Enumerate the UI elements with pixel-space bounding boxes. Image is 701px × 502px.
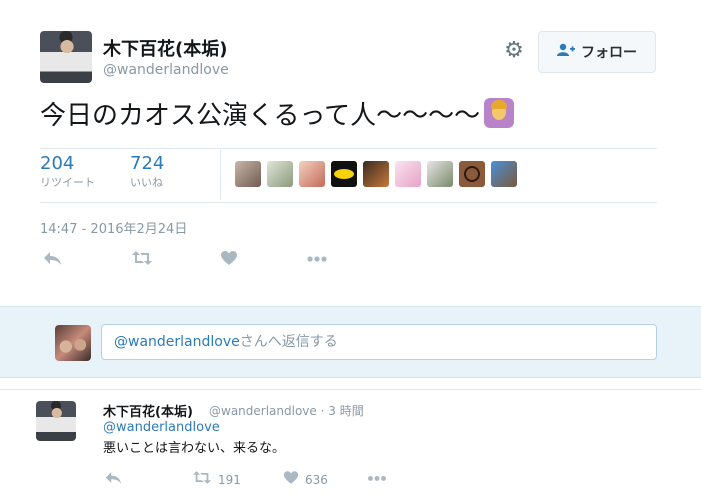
add-user-icon [557, 43, 575, 61]
reply-input[interactable]: @wanderlandloveさんへ返信する [101, 324, 657, 360]
tweet-text: 今日のカオス公演くるって人〜〜〜〜 [40, 96, 515, 136]
more-icon[interactable] [306, 250, 328, 271]
retweet-label: リツイート [40, 176, 95, 189]
reply-icon[interactable] [42, 250, 62, 271]
author-name[interactable]: 木下百花(本垢) [103, 35, 227, 61]
liker-avatar[interactable] [267, 161, 293, 187]
retweet-stat[interactable]: 204 リツイート [40, 153, 95, 190]
reply-placeholder: さんへ返信する [239, 334, 338, 350]
current-user-avatar [55, 325, 91, 361]
timestamp[interactable]: 14:47 - 2016年2月24日 [40, 218, 187, 237]
liker-avatar[interactable] [299, 161, 325, 187]
liker-avatar[interactable] [427, 161, 453, 187]
divider [40, 202, 657, 203]
reply-retweet-count: 191 [218, 472, 241, 487]
retweet-count: 204 [40, 153, 75, 174]
heart-icon [283, 470, 299, 489]
reply-author-name[interactable]: 木下百花(本垢) [103, 401, 193, 420]
gear-icon[interactable]: ⚙ [502, 39, 526, 63]
reply-author-handle[interactable]: @wanderlandlove [209, 404, 317, 418]
author-handle[interactable]: @wanderlandlove [103, 62, 229, 78]
reply-icon[interactable] [104, 470, 122, 489]
reply-like-action[interactable]: 636 [283, 470, 328, 489]
reply-meta: @wanderlandlove · 3 時間 [209, 404, 364, 418]
follow-label: フォロー [581, 45, 637, 61]
liker-avatar[interactable] [491, 161, 517, 187]
like-stat[interactable]: 724 いいね [130, 153, 164, 190]
stats-separator [220, 150, 221, 200]
liker-avatar[interactable] [235, 161, 261, 187]
reply-time[interactable]: 3 時間 [328, 404, 363, 418]
reply-text: 悪いことは言わない、来るな。 [103, 441, 286, 456]
divider [40, 148, 657, 149]
reply-like-count: 636 [305, 472, 328, 487]
liker-avatar[interactable] [331, 161, 357, 187]
reply-retweet-action[interactable]: 191 [192, 470, 241, 489]
liker-avatar[interactable] [459, 161, 485, 187]
retweet-icon[interactable] [131, 250, 153, 271]
like-label: いいね [130, 176, 163, 189]
heart-icon[interactable] [220, 250, 238, 271]
reply-author-avatar[interactable] [36, 401, 76, 441]
person-raising-hand-emoji [484, 98, 515, 128]
follow-button[interactable]: フォロー [538, 31, 656, 73]
liker-avatar[interactable] [363, 161, 389, 187]
tweet-text-body: 今日のカオス公演くるって人〜〜〜〜 [40, 101, 481, 131]
like-count: 724 [130, 153, 165, 174]
retweet-icon [192, 470, 212, 489]
reply-mention: @wanderlandlove [114, 334, 240, 350]
more-icon[interactable] [366, 470, 388, 489]
divider [0, 389, 701, 390]
liker-avatar[interactable] [395, 161, 421, 187]
reply-mention-link[interactable]: @wanderlandlove [103, 420, 220, 435]
author-avatar[interactable] [40, 31, 92, 83]
